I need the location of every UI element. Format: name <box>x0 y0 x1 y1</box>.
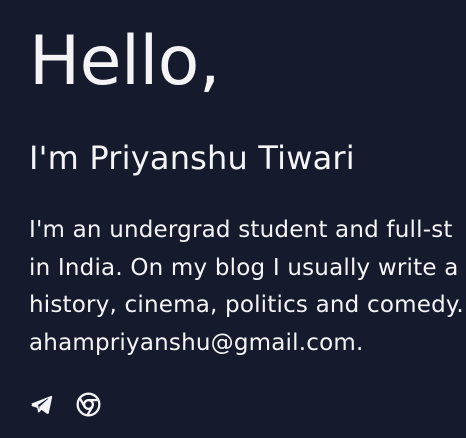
chrome-icon <box>76 392 101 417</box>
telegram-icon <box>29 392 54 417</box>
hero-intro: I'm Priyanshu Tiwari <box>29 139 355 177</box>
bio-line-3: history, cinema, politics and comedy. <box>29 292 464 318</box>
hero-section: Hello, I'm Priyanshu Tiwari I'm an under… <box>0 0 466 438</box>
hero-bio: I'm an undergrad student and full-st in … <box>29 212 464 362</box>
chrome-link[interactable] <box>75 391 102 418</box>
bio-line-4[interactable]: ahampriyanshu@gmail.com. <box>29 325 464 363</box>
hero-greeting: Hello, <box>29 22 220 101</box>
bio-line-1: I'm an undergrad student and full-st <box>29 217 453 243</box>
telegram-link[interactable] <box>28 391 55 418</box>
social-links <box>28 391 102 418</box>
bio-line-2: in India. On my blog I usually write a <box>29 254 459 281</box>
